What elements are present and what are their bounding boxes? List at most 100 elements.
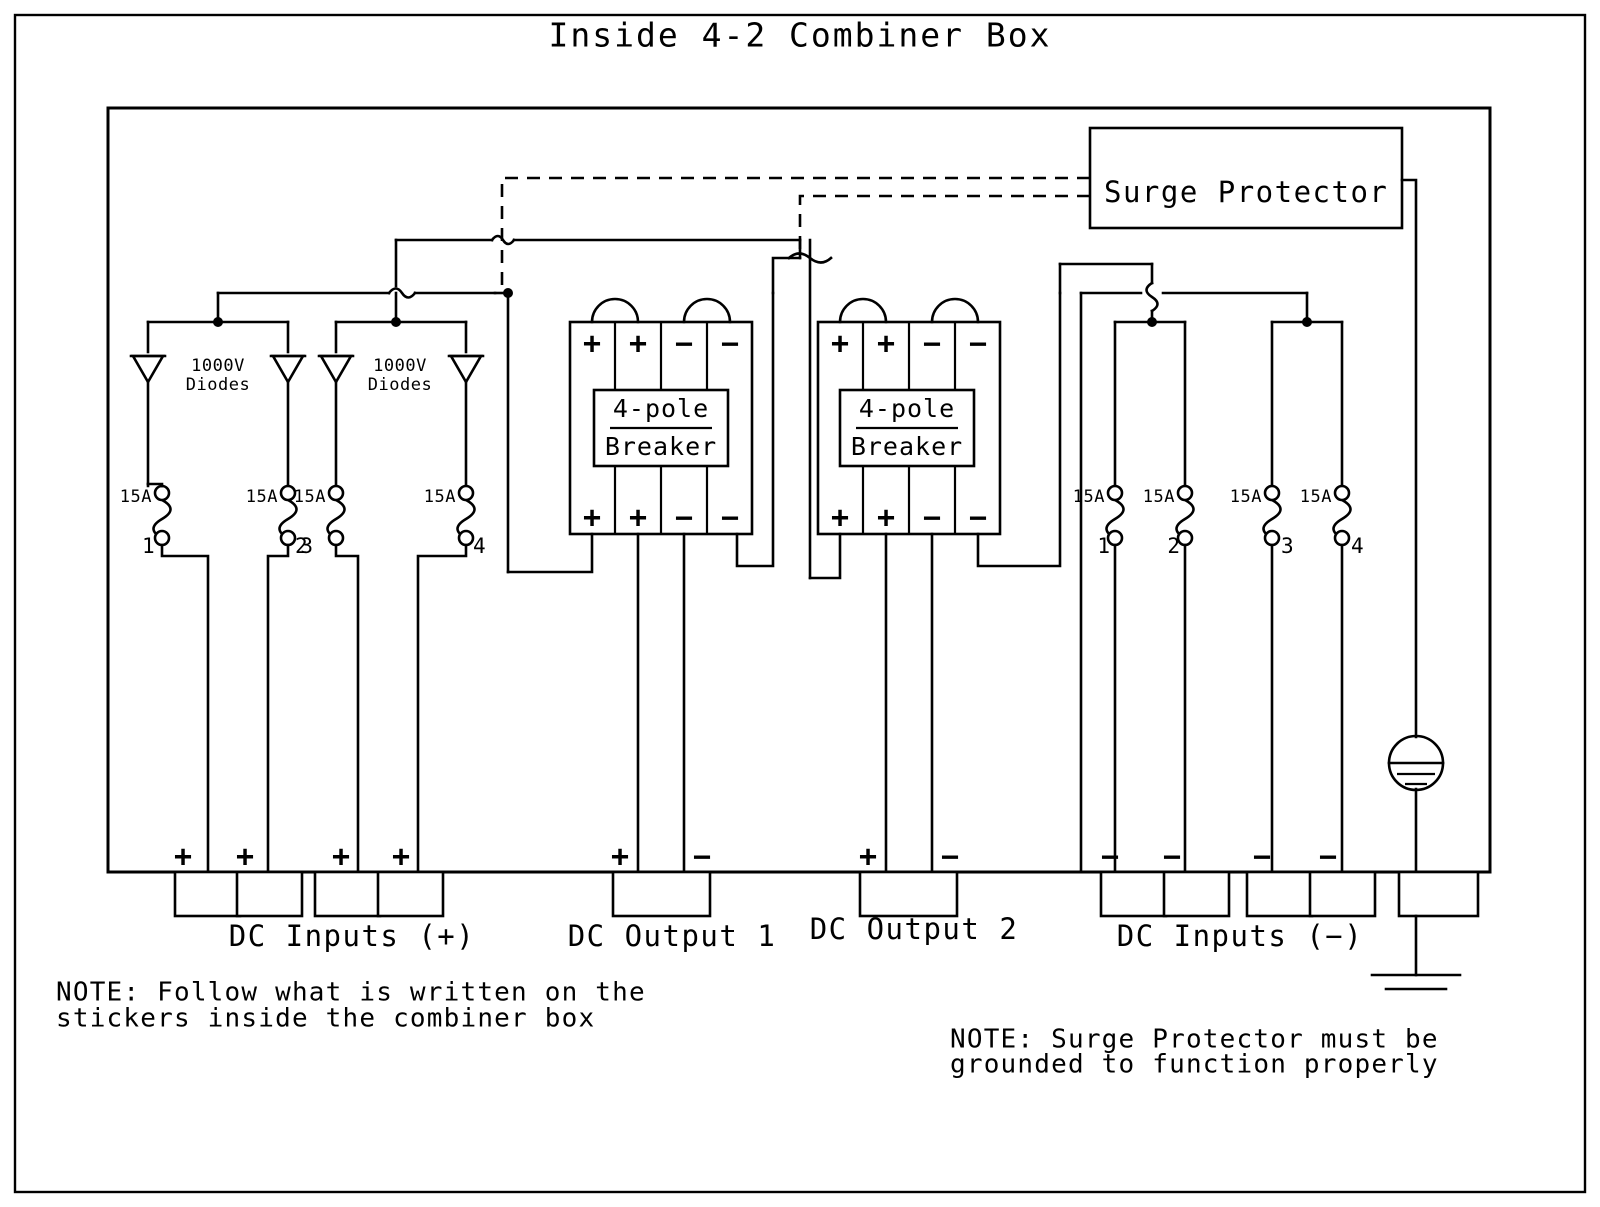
diode-group-1-label: 1000V Diodes	[186, 356, 250, 395]
breaker-2-pos-return	[808, 532, 842, 580]
breaker-1-top-pole-2: +	[629, 327, 647, 362]
cable-gland	[376, 870, 445, 918]
cable-gland	[173, 870, 242, 918]
fuse-negative-4-number: 4	[1351, 534, 1364, 558]
diode-3	[317, 354, 355, 486]
note-stickers: NOTE: Follow what is written on the stic…	[56, 978, 645, 1034]
fuse-positive-2-rating: 15A	[246, 487, 278, 507]
breaker-1-bottom-pole-2: +	[629, 501, 647, 536]
fuse3-out-to-terminal	[334, 543, 360, 874]
fuse-negative-3-number: 3	[1281, 534, 1294, 558]
terminal-sign-in-pos-4: +	[392, 840, 410, 875]
breaker-2-jumper-negative	[930, 297, 980, 324]
cable-gland	[1308, 870, 1377, 918]
fuse-positive-4: 15A 4	[424, 484, 486, 558]
breaker-2-bottom-pole-2: +	[877, 501, 895, 536]
fuse-positive-1-number: 1	[142, 534, 155, 558]
combiner-box-wiring-diagram: Inside 4-2 Combiner Box Surge Protector	[13, 13, 1587, 1194]
diagram-sheet: Inside 4-2 Combiner Box Surge Protector	[0, 0, 1600, 1207]
svg-text:1000V: 1000V	[191, 356, 245, 376]
cable-gland-ground	[1397, 870, 1480, 918]
surge-dashed-line-negative	[798, 194, 1090, 258]
terminal-group-label-dc-output-2: DC Output 2	[810, 912, 1019, 946]
fuse2-out-to-terminal	[266, 543, 290, 874]
breaker-2-top-pole-2: +	[877, 327, 895, 362]
cable-gland	[858, 870, 959, 918]
junction-dot-negative2	[1302, 317, 1312, 327]
cable-gland-group-dc-inputs-negative	[1099, 870, 1377, 918]
fuse-positive-1-rating: 15A	[120, 487, 152, 507]
fuse-positive-4-number: 4	[473, 534, 486, 558]
breaker-1-top-pole-1: +	[583, 327, 601, 362]
cable-gland	[235, 870, 304, 918]
surge-protector-label: Surge Protector	[1104, 175, 1388, 209]
cable-gland-group-dc-inputs-positive	[173, 870, 445, 918]
terminal-sign-in-neg-3: −	[1253, 840, 1271, 875]
terminal-sign-in-neg-4: −	[1319, 840, 1337, 875]
junction-dot-diode1	[213, 317, 223, 327]
breaker-1-bottom-pole-4: −	[721, 501, 739, 536]
junction-dot-negative1	[1147, 317, 1157, 327]
terminal-sign-in-neg-2: −	[1163, 840, 1181, 875]
terminal-sign-out1-pos: +	[611, 840, 629, 875]
terminal-sign-out2-neg: −	[941, 840, 959, 875]
cable-gland	[1099, 870, 1168, 918]
junction-dot-diode2	[391, 317, 401, 327]
fuse-negative-4-rating: 15A	[1300, 487, 1332, 507]
fuse-positive-4-rating: 15A	[424, 487, 456, 507]
breaker-1-neg-feed-upper	[771, 256, 802, 295]
cable-gland-group-dc-output-2	[858, 870, 959, 918]
note-2-line-2: grounded to function properly	[950, 1050, 1439, 1080]
fuse-negative-3-rating: 15A	[1230, 487, 1262, 507]
wire-hop-d	[1145, 281, 1159, 313]
cable-gland	[1397, 870, 1480, 918]
terminal-sign-out2-pos: +	[859, 840, 877, 875]
cable-gland	[1245, 870, 1314, 918]
terminal-sign-in-pos-1: +	[174, 840, 192, 875]
terminal-sign-in-neg-1: −	[1101, 840, 1119, 875]
fuse-negative-2-number: 2	[1167, 534, 1180, 558]
breaker-1-jumper-positive	[590, 297, 640, 324]
breaker-2-top-pole-3: −	[923, 327, 941, 362]
svg-text:Diodes: Diodes	[186, 375, 250, 395]
wire-hop-b	[387, 287, 417, 299]
cable-gland	[611, 870, 712, 918]
earth-ground-icon	[1370, 973, 1462, 991]
breaker-2-bottom-pole-4: −	[969, 501, 987, 536]
fuse-negative-3: 15A 3	[1230, 484, 1294, 558]
svg-text:1000V: 1000V	[373, 356, 427, 376]
breaker-2-jumper-positive	[838, 297, 888, 324]
cable-gland	[1162, 870, 1231, 918]
breaker-2[interactable]: 4-pole Breaker + + − − + + − −	[816, 320, 1002, 536]
breaker-2-bottom-pole-3: −	[923, 501, 941, 536]
breaker-2-top-pole-1: +	[831, 327, 849, 362]
breaker-1-bottom-pole-3: −	[675, 501, 693, 536]
breaker-2-bottom-pole-1: +	[831, 501, 849, 536]
terminal-sign-in-pos-3: +	[332, 840, 350, 875]
breaker-1-top-pole-4: −	[721, 327, 739, 362]
terminal-group-label-dc-output-1: DC Output 1	[568, 919, 777, 953]
note-1-line-2: stickers inside the combiner box	[56, 1004, 595, 1034]
breaker-1[interactable]: 4-pole Breaker + + − − + + − −	[568, 320, 754, 536]
terminal-group-label-dc-inputs-positive: DC Inputs (+)	[229, 919, 475, 953]
surge-ground-wire-top	[1400, 178, 1418, 739]
diode-group-2-label: 1000V Diodes	[368, 356, 432, 395]
fuse1-out-to-terminal	[160, 543, 210, 874]
ground-terminal-icon	[1387, 734, 1445, 792]
fuse4-out-to-terminal	[416, 543, 468, 874]
fuse-positive-3-rating: 15A	[294, 487, 326, 507]
fuse-negative-2-rating: 15A	[1143, 487, 1175, 507]
fuse-negative-1-number: 1	[1097, 534, 1110, 558]
breaker-1-subtitle: Breaker	[605, 432, 717, 461]
svg-text:Diodes: Diodes	[368, 375, 432, 395]
surge-protector[interactable]: Surge Protector	[1088, 126, 1404, 230]
diode-2	[269, 354, 307, 486]
breaker-2-subtitle: Breaker	[851, 432, 963, 461]
breaker-2-top-pole-4: −	[969, 327, 987, 362]
breaker-2-title: 4-pole	[859, 394, 955, 423]
terminal-sign-out1-neg: −	[693, 840, 711, 875]
breaker-1-bottom-pole-1: +	[583, 501, 601, 536]
breaker-1-title: 4-pole	[613, 394, 709, 423]
fuse-positive-3-number: 3	[300, 534, 313, 558]
breaker-1-top-pole-3: −	[675, 327, 693, 362]
